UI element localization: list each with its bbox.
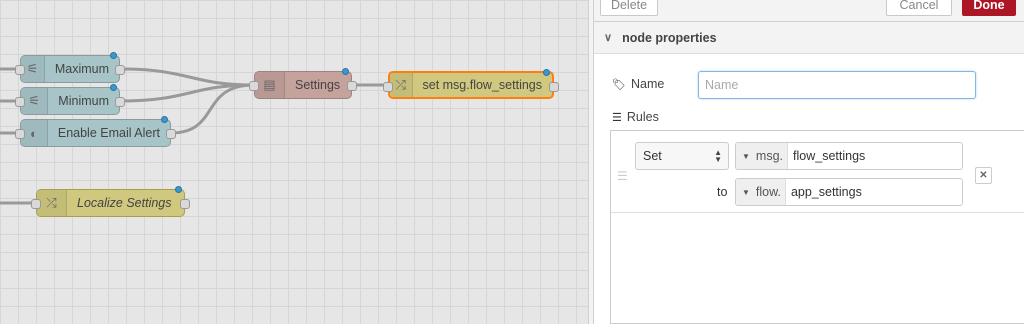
drag-handle-icon[interactable]: ☰ <box>617 169 628 183</box>
target-value[interactable]: flow_settings <box>788 149 865 163</box>
node-label: Settings <box>295 78 341 92</box>
node-label: Maximum <box>54 62 109 76</box>
output-port[interactable] <box>166 129 176 139</box>
input-port[interactable] <box>15 97 25 107</box>
tag-icon: 🏷 <box>612 78 626 91</box>
wire-email-settings <box>170 83 255 135</box>
chevron-down-icon: ∨ <box>604 32 613 44</box>
changed-indicator <box>543 69 550 76</box>
rule-action-select[interactable]: Set ▲ ▼ <box>635 142 729 170</box>
tray-toolbar: Delete Cancel Done <box>594 0 1024 22</box>
close-icon: ✕ <box>979 170 988 181</box>
node-maximum[interactable]: ⚟ Maximum <box>15 52 125 83</box>
section-title: node properties <box>622 30 717 45</box>
input-port[interactable] <box>15 65 25 75</box>
remove-rule-button[interactable]: ✕ <box>975 167 992 184</box>
output-port[interactable] <box>115 65 125 75</box>
source-value[interactable]: app_settings <box>786 185 862 199</box>
flow-canvas[interactable]: ⚟ Maximum ⚟ Minimum ◐ Enable Email Alert… <box>0 0 588 324</box>
caret-down-icon: ▼ <box>742 187 750 197</box>
done-button[interactable]: Done <box>962 0 1016 16</box>
wires <box>0 67 388 205</box>
node-enable-email-alert[interactable]: ◐ Enable Email Alert <box>15 116 176 147</box>
input-port[interactable] <box>31 199 41 209</box>
rule-source-field[interactable]: ▼ flow. app_settings <box>735 178 963 206</box>
cancel-button[interactable]: Cancel <box>886 0 952 16</box>
output-port[interactable] <box>549 82 559 92</box>
caret-down-icon: ▼ <box>742 151 750 161</box>
name-label-text: Name <box>630 77 665 91</box>
updown-arrows-icon: ▲ ▼ <box>714 148 722 164</box>
rule-row: ☰ Set ▲ ▼ ▼ msg. flow_settings to ▼ flow.… <box>611 131 1024 213</box>
to-label: to <box>717 185 728 199</box>
source-type-label: flow. <box>755 185 781 199</box>
output-port[interactable] <box>180 199 190 209</box>
changed-indicator <box>161 116 168 123</box>
input-port[interactable] <box>15 129 25 139</box>
name-label: 🏷 Name <box>612 77 664 91</box>
template-icon: ▤ <box>255 72 285 98</box>
node-properties-section[interactable]: ∨ node properties <box>594 22 1024 54</box>
changed-indicator <box>110 52 117 59</box>
node-set-msg-flow-settings[interactable]: ⤮ set msg.flow_settings <box>383 69 559 99</box>
wire-max-settings <box>119 67 255 87</box>
shuffle-icon: ⤮ <box>37 190 67 216</box>
node-label: Minimum <box>58 94 109 108</box>
source-type-button[interactable]: ▼ flow. <box>736 179 786 205</box>
toggle-icon: ◐ <box>21 120 48 146</box>
node-label: Localize Settings <box>77 196 172 210</box>
target-type-button[interactable]: ▼ msg. <box>736 143 789 169</box>
target-type-label: msg. <box>755 149 784 163</box>
changed-indicator <box>110 84 117 91</box>
output-port[interactable] <box>347 81 357 91</box>
rules-label: ☰ Rules <box>612 110 659 124</box>
changed-indicator <box>342 68 349 75</box>
edit-tray: Delete Cancel Done ∨ node properties 🏷 N… <box>594 0 1024 324</box>
name-input[interactable] <box>698 71 976 99</box>
sliders-icon: ⚟ <box>21 88 49 114</box>
output-port[interactable] <box>115 97 125 107</box>
input-port[interactable] <box>383 82 393 92</box>
rules-list: ☰ Set ▲ ▼ ▼ msg. flow_settings to ▼ flow.… <box>610 130 1024 324</box>
rule-target-field[interactable]: ▼ msg. flow_settings <box>735 142 963 170</box>
list-icon: ☰ <box>612 111 622 124</box>
input-port[interactable] <box>249 81 259 91</box>
shuffle-icon: ⤮ <box>390 73 413 97</box>
rules-label-text: Rules <box>626 110 659 124</box>
rule-action-value: Set <box>643 149 662 163</box>
node-localize-settings[interactable]: ⤮ Localize Settings <box>31 186 190 217</box>
node-settings[interactable]: ▤ Settings <box>249 68 357 99</box>
delete-button[interactable]: Delete <box>600 0 658 16</box>
node-label: Enable Email Alert <box>57 126 160 140</box>
node-minimum[interactable]: ⚟ Minimum <box>15 84 125 115</box>
changed-indicator <box>175 186 182 193</box>
node-label: set msg.flow_settings <box>422 78 543 92</box>
